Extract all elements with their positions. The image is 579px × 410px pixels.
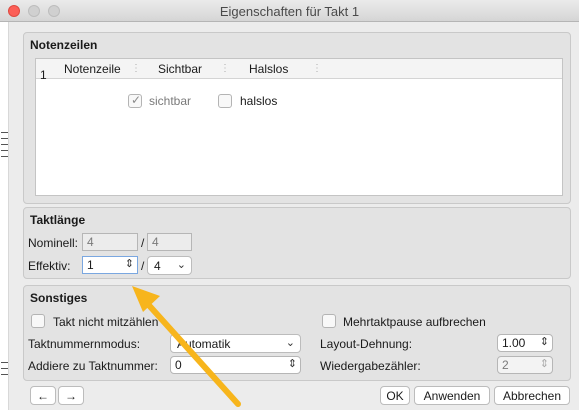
staff-number: 1 (40, 68, 47, 82)
checkmark-icon: ✓ (131, 93, 142, 107)
staff-line (1, 132, 8, 133)
staff-line (1, 138, 8, 139)
effektiv-label: Effektiv: (28, 259, 71, 273)
layout-dehnung-value: 1.00 (502, 336, 526, 350)
effektiv-numerator-value: 1 (87, 258, 94, 272)
notenzeilen-group: Notenzeilen Notenzeile ⋮ Sichtbar ⋮ Hals… (23, 32, 571, 204)
effektiv-slash: / (141, 259, 145, 273)
wiedergabe-spinbox: 2 ⇕ (497, 356, 553, 374)
column-header-sichtbar[interactable]: Sichtbar (158, 62, 202, 76)
mehrtaktpause-checkbox[interactable] (322, 314, 336, 328)
effektiv-numerator-spinbox[interactable]: 1 ⇕ (82, 256, 138, 274)
column-separator: ⋮ (312, 63, 322, 74)
table-header: Notenzeile ⋮ Sichtbar ⋮ Halslos ⋮ (36, 59, 562, 79)
mehrtaktpause-label: Mehrtaktpause aufbrechen (343, 315, 486, 329)
takt-nicht-mitzaehlen-label: Takt nicht mitzählen (53, 315, 159, 329)
chevron-down-icon: ⌄ (285, 337, 295, 349)
notenzeilen-title: Notenzeilen (30, 38, 98, 52)
wiedergabe-value: 2 (502, 358, 509, 372)
staff-line (1, 156, 8, 157)
taktnummernmodus-label: Taktnummernmodus: (28, 337, 141, 351)
stepper-icon[interactable]: ⇕ (288, 357, 297, 370)
column-separator: ⋮ (131, 63, 141, 74)
taktnummernmodus-select[interactable]: Automatik ⌄ (170, 334, 301, 353)
previous-measure-button[interactable]: ← (30, 386, 56, 405)
halslos-label: halslos (240, 94, 278, 108)
ok-button[interactable]: OK (380, 386, 410, 405)
staff-line (1, 362, 8, 363)
sonstiges-title: Sonstiges (30, 291, 88, 305)
layout-dehnung-spinbox[interactable]: 1.00 ⇕ (497, 334, 553, 352)
taktnummernmodus-value: Automatik (177, 337, 231, 351)
chevron-down-icon: ⌄ (176, 259, 186, 271)
properties-dialog: Eigenschaften für Takt 1 Notenzeilen Not… (0, 0, 579, 410)
effektiv-denominator-value: 4 (154, 259, 161, 273)
column-header-halslos[interactable]: Halslos (249, 62, 288, 76)
addiere-label: Addiere zu Taktnummer: (28, 359, 158, 373)
next-measure-button[interactable]: → (58, 386, 84, 405)
wiedergabe-label: Wiedergabezähler: (320, 359, 421, 373)
nominell-numerator-field: 4 (82, 233, 138, 251)
stepper-icon[interactable]: ⇕ (125, 257, 134, 270)
column-separator: ⋮ (220, 63, 230, 74)
sichtbar-checkbox[interactable]: ✓ (128, 93, 142, 108)
takt-nicht-mitzaehlen-checkbox[interactable] (31, 314, 45, 328)
addiere-spinbox[interactable]: 0 ⇕ (170, 356, 301, 374)
effektiv-denominator-select[interactable]: 4 ⌄ (147, 256, 192, 275)
stepper-icon[interactable]: ⇕ (540, 335, 549, 348)
layout-dehnung-label: Layout-Dehnung: (320, 337, 413, 351)
staff-line (1, 368, 8, 369)
taktlaenge-title: Taktlänge (30, 213, 86, 227)
stepper-icon: ⇕ (539, 358, 549, 370)
staff-line (1, 374, 8, 375)
nominell-slash: / (141, 236, 145, 250)
column-header-notenzeile[interactable]: Notenzeile (64, 62, 121, 76)
anwenden-button[interactable]: Anwenden (414, 386, 490, 405)
halslos-checkbox[interactable] (218, 94, 232, 108)
abbrechen-button[interactable]: Abbrechen (494, 386, 570, 405)
staff-table: Notenzeile ⋮ Sichtbar ⋮ Halslos ⋮ 1 (35, 58, 563, 196)
nominell-denominator-field: 4 (147, 233, 192, 251)
nominell-label: Nominell: (28, 236, 79, 250)
title-bar: Eigenschaften für Takt 1 (0, 0, 579, 22)
window-title: Eigenschaften für Takt 1 (219, 4, 360, 19)
background-score-strip (0, 22, 9, 410)
addiere-value: 0 (175, 358, 182, 372)
sichtbar-label: sichtbar (149, 94, 192, 108)
staff-line (1, 150, 8, 151)
staff-line (1, 144, 8, 145)
